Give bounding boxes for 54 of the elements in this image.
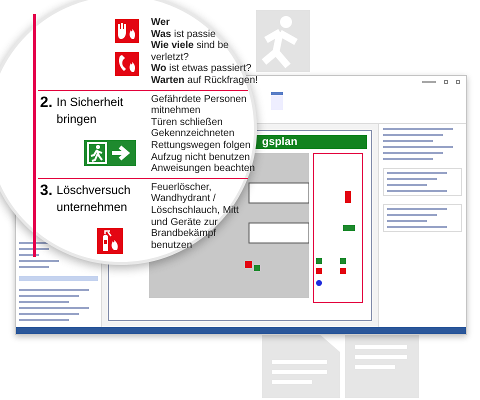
blurred-text-line bbox=[383, 134, 443, 136]
step-text: verletzt? bbox=[151, 52, 190, 64]
running-man-icon bbox=[256, 10, 310, 72]
blurred-text-line bbox=[387, 208, 447, 210]
exit-sign-icon bbox=[84, 140, 136, 166]
step-number: 2. bbox=[40, 94, 53, 111]
blurred-text-line bbox=[383, 140, 433, 142]
step-text: Wo ist etwas passiert? bbox=[151, 63, 252, 75]
blurred-text-line bbox=[387, 220, 427, 222]
blurred-text-line bbox=[19, 307, 89, 309]
step-text: Gefährdete Personen bbox=[151, 94, 248, 106]
step-text: Türen schließen bbox=[151, 116, 224, 128]
blurred-text-line bbox=[19, 319, 69, 321]
step-text: Brandbekämpf bbox=[151, 228, 218, 240]
step-text: Wer bbox=[151, 17, 171, 29]
plan-title: gsplan bbox=[262, 136, 298, 148]
blurred-text-line bbox=[387, 184, 427, 186]
blurred-text-line bbox=[19, 248, 49, 250]
blurred-text-line bbox=[19, 254, 39, 256]
ribbon-icon bbox=[271, 92, 283, 110]
step-text: mitnehmen bbox=[151, 105, 202, 117]
blurred-text-line bbox=[19, 313, 79, 315]
step-text: Warten auf Rückfragen! bbox=[151, 74, 258, 87]
blurred-text-line bbox=[383, 158, 433, 160]
blurred-text-line bbox=[19, 289, 89, 291]
blurred-text-line bbox=[383, 152, 443, 154]
blurred-text-line bbox=[19, 260, 59, 262]
phone-fire-icon bbox=[115, 52, 139, 76]
step-text: Wandhydrant / bbox=[151, 193, 217, 205]
step-text: Was ist passie bbox=[151, 28, 217, 40]
blurred-text-line bbox=[387, 214, 437, 216]
blurred-text-line bbox=[383, 146, 453, 148]
step-text: Feuerlöscher, bbox=[151, 182, 213, 194]
blurred-text-line bbox=[387, 172, 447, 174]
step-text: Löschschlauch, Mitt bbox=[151, 204, 239, 216]
step-text: Gekennzeichneten bbox=[151, 128, 236, 140]
step-text: benutzen bbox=[151, 240, 194, 252]
blurred-text-line bbox=[387, 190, 447, 192]
extinguisher-icon bbox=[96, 228, 122, 254]
step-number: 3. bbox=[40, 182, 53, 199]
blurred-text-line bbox=[19, 301, 69, 303]
step-text: und Geräte zur bbox=[151, 216, 219, 228]
blurred-text-line bbox=[383, 128, 453, 130]
step-text: Anweisungen beachten bbox=[151, 163, 255, 175]
blurred-text-line bbox=[387, 226, 447, 228]
blurred-text-line bbox=[19, 266, 49, 268]
blurred-text-line bbox=[19, 295, 79, 297]
step-title: In Sicherheit bringen bbox=[56, 94, 124, 128]
step-title: Löschversuch unternehmen bbox=[56, 182, 132, 216]
step-text: Rettungswegen folgen bbox=[151, 140, 252, 152]
hand-fire-icon bbox=[115, 19, 139, 43]
blurred-text-line bbox=[387, 178, 437, 180]
step-text: Wie viele sind be bbox=[151, 40, 230, 52]
step-text: Aufzug nicht benutzen bbox=[151, 152, 251, 164]
